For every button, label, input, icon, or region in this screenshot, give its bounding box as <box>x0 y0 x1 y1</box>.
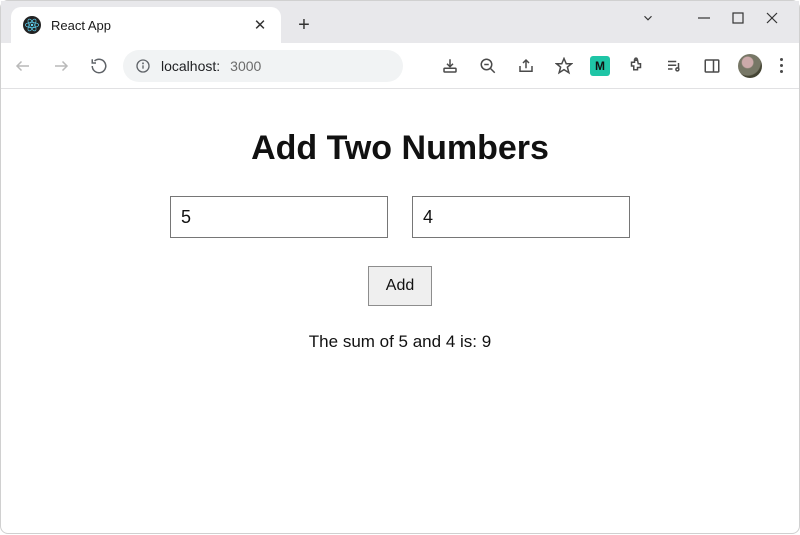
downloads-icon[interactable] <box>438 54 462 78</box>
zoom-out-icon[interactable] <box>476 54 500 78</box>
react-favicon <box>23 16 41 34</box>
minimize-icon[interactable] <box>697 11 711 25</box>
side-panel-icon[interactable] <box>700 54 724 78</box>
browser-toolbar: localhost: 3000 M <box>1 43 799 89</box>
new-tab-button[interactable]: + <box>289 10 319 40</box>
menu-kebab-icon[interactable] <box>776 58 787 73</box>
extensions-puzzle-icon[interactable] <box>624 54 648 78</box>
back-icon[interactable] <box>9 52 37 80</box>
reload-icon[interactable] <box>85 52 113 80</box>
address-bar[interactable]: localhost: 3000 <box>123 50 403 82</box>
share-icon[interactable] <box>514 54 538 78</box>
close-tab-icon[interactable]: ✕ <box>251 18 269 33</box>
tab-search-icon[interactable] <box>641 11 655 25</box>
maximize-icon[interactable] <box>731 11 745 25</box>
add-button[interactable]: Add <box>368 266 432 306</box>
browser-tab[interactable]: React App ✕ <box>11 7 281 43</box>
playlist-icon[interactable] <box>662 54 686 78</box>
url-port: 3000 <box>230 58 261 74</box>
window-titlebar: React App ✕ + <box>1 1 799 43</box>
page-content: Add Two Numbers Add The sum of 5 and 4 i… <box>1 89 799 535</box>
site-info-icon[interactable] <box>135 58 151 74</box>
profile-avatar[interactable] <box>738 54 762 78</box>
result-text: The sum of 5 and 4 is: 9 <box>309 332 491 352</box>
page-heading: Add Two Numbers <box>251 129 549 168</box>
close-window-icon[interactable] <box>765 11 779 25</box>
bookmark-star-icon[interactable] <box>552 54 576 78</box>
number-input-1[interactable] <box>170 196 388 238</box>
forward-icon[interactable] <box>47 52 75 80</box>
inputs-row <box>170 196 630 238</box>
number-input-2[interactable] <box>412 196 630 238</box>
window-controls <box>625 1 795 35</box>
tab-title: React App <box>51 18 251 33</box>
url-host: localhost: <box>161 58 220 74</box>
extension-medium-icon[interactable]: M <box>590 56 610 76</box>
